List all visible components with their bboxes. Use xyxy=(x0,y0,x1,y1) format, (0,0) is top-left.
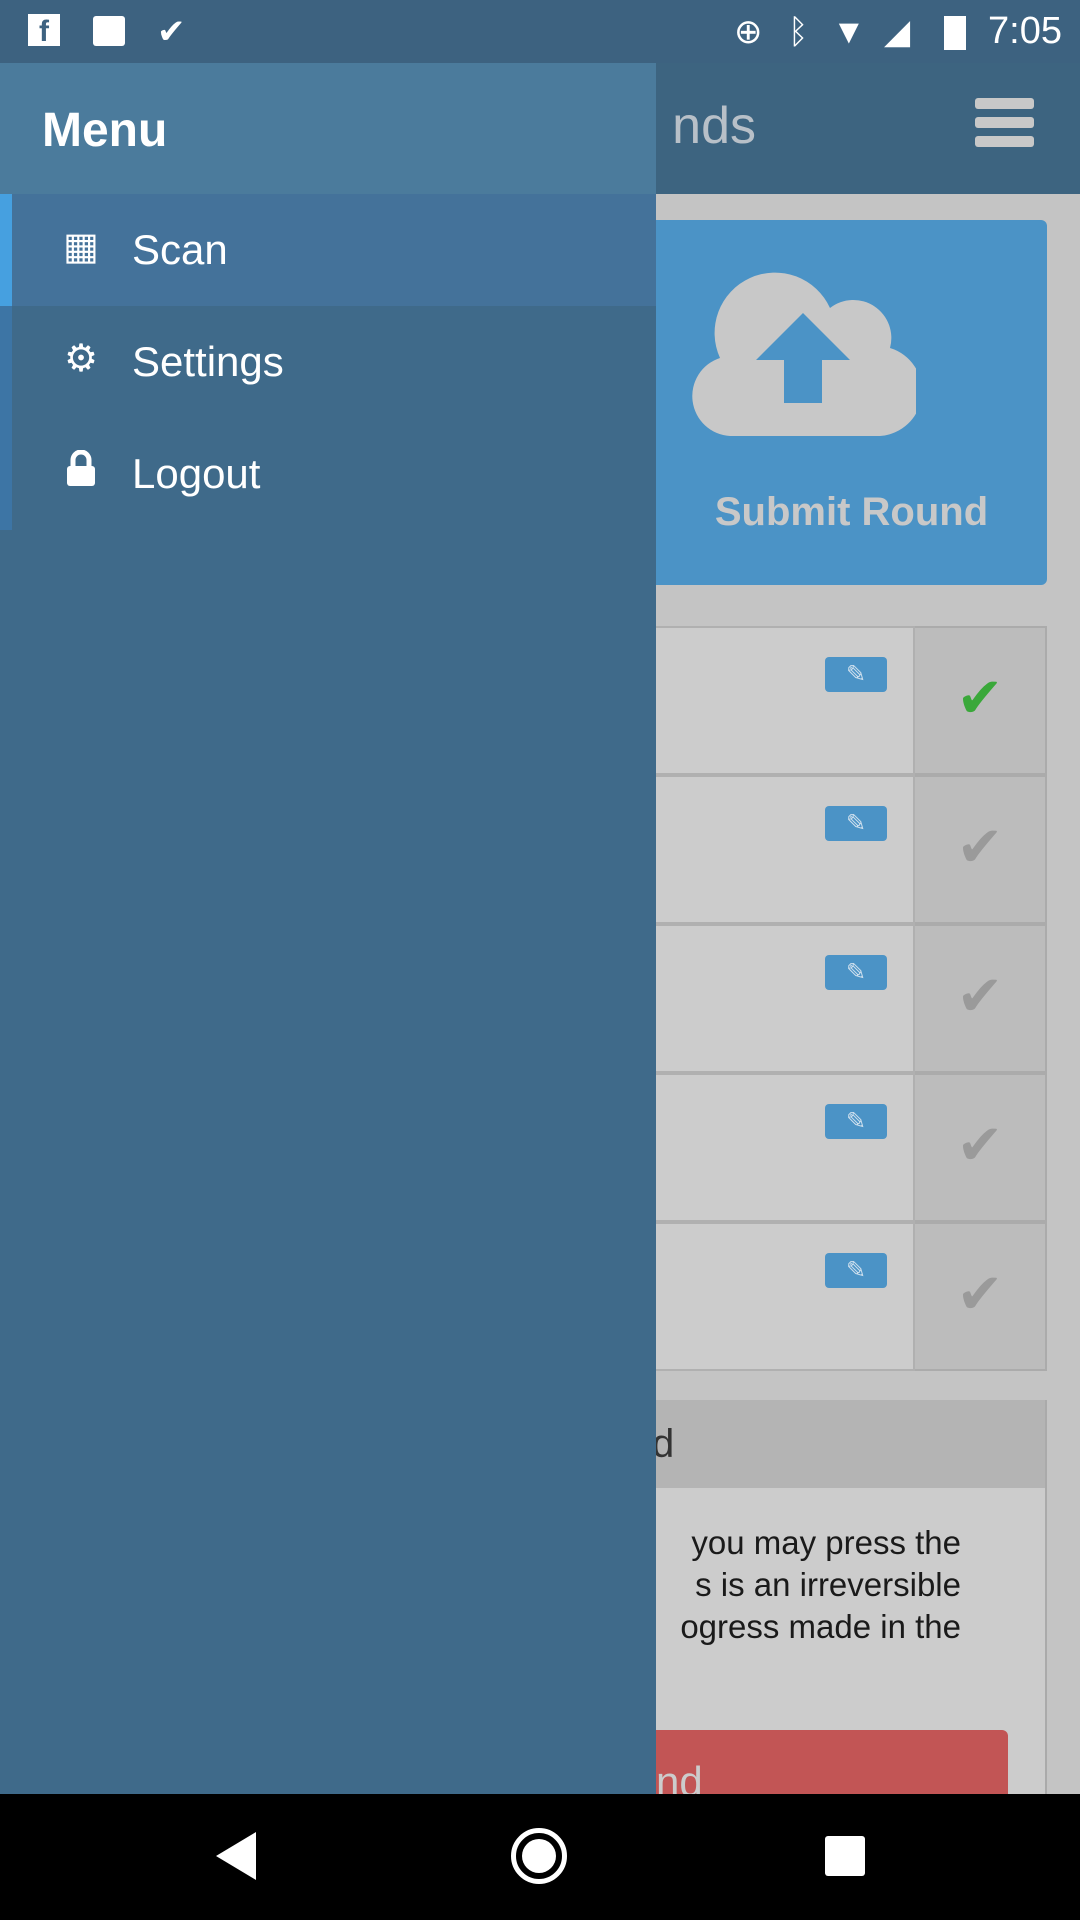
check-icon[interactable]: ✔ xyxy=(915,924,1047,1073)
menu-item-scan[interactable]: ▦ Scan xyxy=(0,194,656,306)
table-row: ✎ ✔ xyxy=(656,1222,1047,1371)
drawer-header: Menu xyxy=(0,63,656,194)
menu-item-logout[interactable]: Logout xyxy=(0,418,656,530)
edit-button[interactable]: ✎ xyxy=(825,955,887,990)
facebook-icon: f xyxy=(28,14,60,48)
submit-round-label: Submit Round xyxy=(714,490,989,534)
home-icon[interactable] xyxy=(511,1828,567,1884)
lock-icon xyxy=(60,449,102,492)
gear-icon: ⚙ xyxy=(63,338,99,380)
qr-code-icon: ▦ xyxy=(63,226,99,268)
check-icon[interactable]: ✔ xyxy=(915,775,1047,924)
recents-icon[interactable] xyxy=(825,1836,865,1876)
table-row: ✎ ✔ xyxy=(656,1073,1047,1222)
edit-button[interactable]: ✎ xyxy=(825,657,887,692)
check-icon[interactable]: ✔ xyxy=(915,1073,1047,1222)
navigation-drawer: Menu ▦ Scan ⚙ Settings Logout xyxy=(0,63,656,1794)
hamburger-icon[interactable] xyxy=(975,98,1034,148)
drawer-title: Menu xyxy=(42,104,168,157)
checklist-icon: ✔ xyxy=(157,13,186,51)
navigation-bar xyxy=(0,1794,1080,1920)
menu-item-settings[interactable]: ⚙ Settings xyxy=(0,306,656,418)
bluetooth-icon: ᛒ xyxy=(788,13,809,51)
image-icon xyxy=(93,16,125,46)
menu-item-label: Logout xyxy=(132,450,261,497)
panel-header: d xyxy=(652,1400,1047,1488)
clock: 7:05 xyxy=(988,10,1062,52)
status-bar: f ✔ ⊕ ᛒ ▼ ◢ 7:05 xyxy=(0,0,1080,63)
menu-item-label: Settings xyxy=(132,338,284,385)
back-icon[interactable] xyxy=(216,1832,256,1880)
submit-round-button[interactable]: Submit Round xyxy=(656,220,1047,585)
wifi-icon: ▼ xyxy=(832,13,866,51)
battery-icon xyxy=(944,16,966,50)
cloud-upload-icon xyxy=(692,272,916,436)
table-row: ✎ ✔ xyxy=(656,924,1047,1073)
page-title: nds xyxy=(672,97,756,155)
data-saver-icon: ⊕ xyxy=(734,13,763,51)
edit-button[interactable]: ✎ xyxy=(825,1104,887,1139)
menu-item-label: Scan xyxy=(132,226,228,273)
check-icon[interactable]: ✔ xyxy=(915,1222,1047,1371)
signal-icon: ◢ xyxy=(884,13,911,51)
check-icon[interactable]: ✔ xyxy=(915,626,1047,775)
edit-button[interactable]: ✎ xyxy=(825,1253,887,1288)
edit-button[interactable]: ✎ xyxy=(825,806,887,841)
active-indicator xyxy=(0,194,12,306)
table-row: ✎ ✔ xyxy=(656,626,1047,775)
table-row: ✎ ✔ xyxy=(656,775,1047,924)
